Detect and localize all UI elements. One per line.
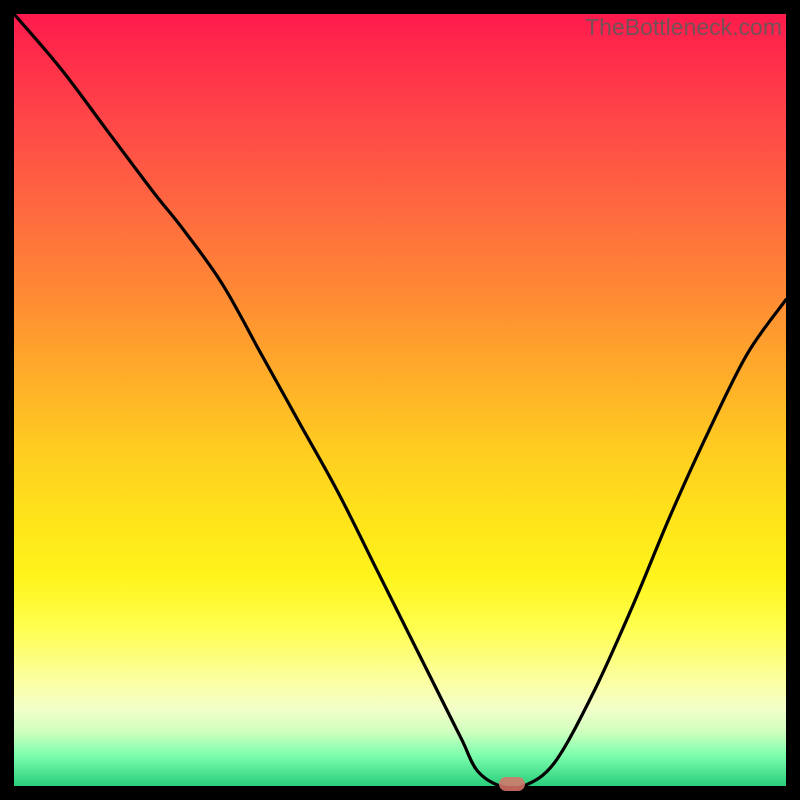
chart-plot-area: TheBottleneck.com [14,14,786,786]
optimal-point-marker [499,777,525,791]
curve-path [14,14,786,788]
bottleneck-curve [14,14,786,786]
chart-frame: TheBottleneck.com [0,0,800,800]
